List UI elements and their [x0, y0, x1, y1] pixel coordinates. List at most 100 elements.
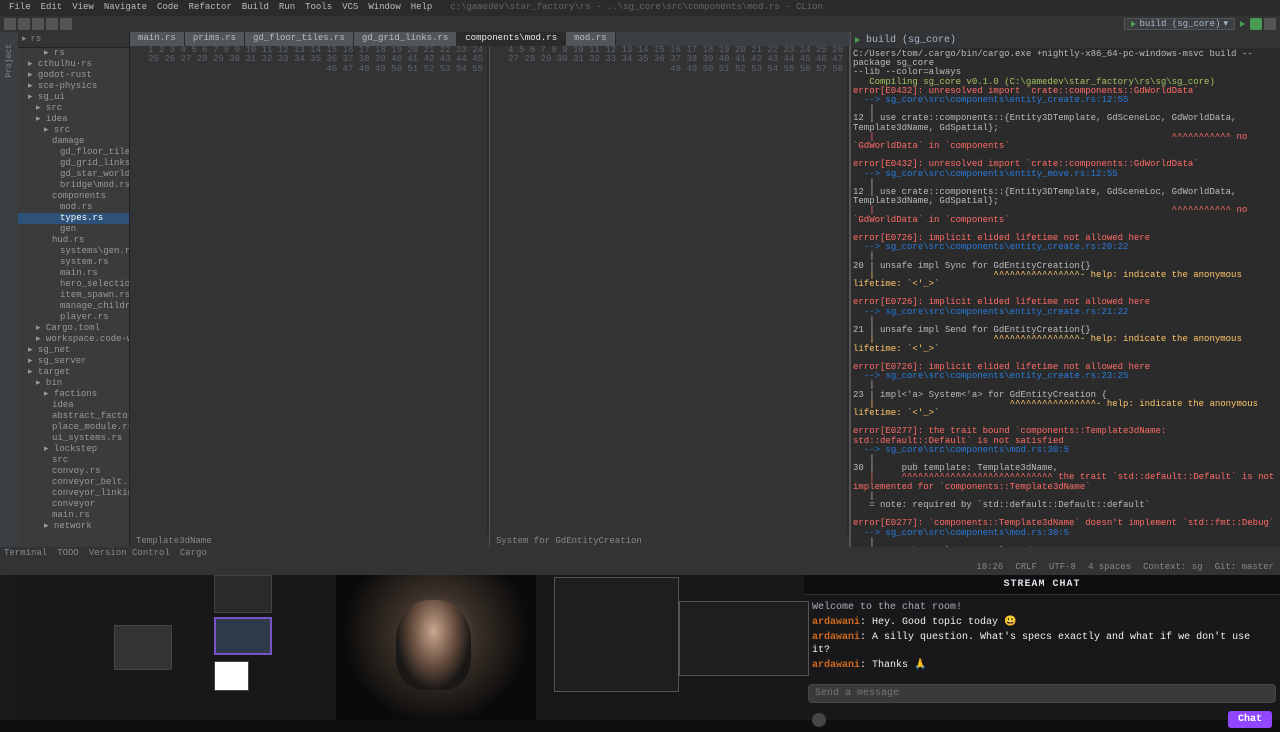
thumbnail-obs-1[interactable]	[214, 575, 272, 613]
editor-tab[interactable]: components\mod.rs	[457, 32, 566, 46]
tree-item[interactable]: damage	[18, 136, 129, 147]
tree-item[interactable]: system.rs	[18, 257, 129, 268]
tree-item[interactable]: ▸ sce-physics	[18, 81, 129, 92]
project-tree[interactable]: ▸ rs ▸ rs▸ cthulhu·rs▸ godot-rust▸ sce-p…	[18, 32, 130, 547]
stop-icon[interactable]	[1264, 18, 1276, 30]
tree-item[interactable]: convoy.rs	[18, 466, 129, 477]
git-branch[interactable]: Git: master	[1215, 562, 1274, 572]
tree-item[interactable]: mod.rs	[18, 202, 129, 213]
tree-item[interactable]: ▸ godot-rust	[18, 70, 129, 81]
fwd-icon[interactable]	[60, 18, 72, 30]
vcs-tool[interactable]: Version Control	[89, 548, 170, 558]
editor-tab[interactable]: prims.rs	[185, 32, 245, 46]
tree-item[interactable]: ▸ sg_net	[18, 345, 129, 356]
tree-item[interactable]: ▸ factions	[18, 389, 129, 400]
indent[interactable]: 4 spaces	[1088, 562, 1131, 572]
menu-file[interactable]: File	[4, 2, 36, 14]
tree-item[interactable]: gd_star_world_link.rs	[18, 169, 129, 180]
bottom-tool-bar[interactable]: Terminal TODO Version Control Cargo	[0, 547, 1280, 559]
menu-view[interactable]: View	[67, 2, 99, 14]
taskbar-strip[interactable]	[0, 575, 14, 720]
tree-item[interactable]: components	[18, 191, 129, 202]
menu-run[interactable]: Run	[274, 2, 300, 14]
save-icon[interactable]	[18, 18, 30, 30]
tree-item[interactable]: ▸ cthulhu·rs	[18, 59, 129, 70]
breadcrumb[interactable]: System for GdEntityCreation	[490, 535, 849, 547]
menu-navigate[interactable]: Navigate	[99, 2, 152, 14]
code-content[interactable]: use sg_simulation::lockstep::{GlobalWorl…	[847, 46, 849, 535]
editor-tab[interactable]: gd_grid_links.rs	[354, 32, 457, 46]
tree-item[interactable]: hero_selection	[18, 279, 129, 290]
menu-tools[interactable]: Tools	[300, 2, 337, 14]
chat-input[interactable]	[808, 684, 1276, 703]
cargo-tool[interactable]: Cargo	[180, 548, 207, 558]
menu-code[interactable]: Code	[152, 2, 184, 14]
breadcrumb[interactable]: Template3dName	[130, 535, 489, 547]
todo-tool[interactable]: TODO	[57, 548, 79, 558]
tree-item[interactable]: types.rs	[18, 213, 129, 224]
menu-build[interactable]: Build	[237, 2, 274, 14]
editor-tab[interactable]: main.rs	[130, 32, 185, 46]
thumbnail-ide-dup[interactable]	[554, 577, 679, 692]
editor-tabs[interactable]: main.rsprims.rsgd_floor_tiles.rsgd_grid_…	[130, 32, 850, 46]
run-button[interactable]	[1240, 21, 1245, 27]
tree-item[interactable]: ▸ sg_ui	[18, 92, 129, 103]
tree-item[interactable]: gd_floor_tiles.rs	[18, 147, 129, 158]
tree-item[interactable]: bridge\mod.rs	[18, 180, 129, 191]
tree-item[interactable]: abstract_factories	[18, 411, 129, 422]
tree-item[interactable]: hud.rs	[18, 235, 129, 246]
tree-item[interactable]: item_spawn.rs	[18, 290, 129, 301]
menu-edit[interactable]: Edit	[36, 2, 68, 14]
tree-item[interactable]: ▸ sg_server	[18, 356, 129, 367]
back-icon[interactable]	[46, 18, 58, 30]
line-ending[interactable]: CRLF	[1015, 562, 1037, 572]
editor-right[interactable]: 4 5 6 7 8 9 10 11 12 13 14 15 16 17 18 1…	[490, 46, 850, 547]
menubar[interactable]: File Edit View Navigate Code Refactor Bu…	[0, 0, 1280, 16]
editor-tab[interactable]: gd_floor_tiles.rs	[245, 32, 354, 46]
tree-item[interactable]: idea	[18, 400, 129, 411]
menu-window[interactable]: Window	[363, 2, 405, 14]
thumbnail-obs-2[interactable]	[214, 617, 272, 655]
tree-item[interactable]: ▸ network	[18, 521, 129, 532]
tree-item[interactable]: gen	[18, 224, 129, 235]
tree-item[interactable]: player.rs	[18, 312, 129, 323]
thumbnail-notes[interactable]	[214, 661, 249, 691]
tree-item[interactable]: gd_grid_links.rs	[18, 158, 129, 169]
tree-item[interactable]: main.rs	[18, 268, 129, 279]
tree-item[interactable]: ▸ src	[18, 125, 129, 136]
tree-item[interactable]: ▸ bin	[18, 378, 129, 389]
code-content[interactable]: mod entity_create; mod entity_move; mod …	[487, 46, 489, 535]
tree-item[interactable]: systems\gen.rs	[18, 246, 129, 257]
tree-item[interactable]: manage_children.rs	[18, 301, 129, 312]
tree-item[interactable]: ▸ idea	[18, 114, 129, 125]
tree-item[interactable]: ▸ workspace.code-workspace	[18, 334, 129, 345]
thumbnail-browser[interactable]	[114, 625, 172, 670]
tree-item[interactable]: conveyor_belt.rs	[18, 477, 129, 488]
terminal-tool[interactable]: Terminal	[4, 548, 47, 558]
run-config-selector[interactable]: build (sg_core) ▾	[1124, 18, 1235, 30]
build-tool-window[interactable]: build (sg_core) C:/Users/tom/.cargo/bin/…	[850, 32, 1280, 547]
menu-vcs[interactable]: VCS	[337, 2, 363, 14]
open-icon[interactable]	[4, 18, 16, 30]
tree-item[interactable]: main.rs	[18, 510, 129, 521]
project-tree-header[interactable]: ▸ rs	[18, 32, 129, 48]
editor-tab[interactable]: mod.rs	[566, 32, 615, 46]
thumbnail-secondary[interactable]	[679, 601, 809, 676]
tree-item[interactable]: conveyor_linking.rs	[18, 488, 129, 499]
tree-item[interactable]: place_module.rs	[18, 422, 129, 433]
project-tool-button[interactable]: Project	[5, 44, 14, 78]
tree-item[interactable]: ui_systems.rs	[18, 433, 129, 444]
editor-left[interactable]: 1 2 3 4 5 6 7 8 9 10 11 12 13 14 15 16 1…	[130, 46, 490, 547]
encoding[interactable]: UTF-8	[1049, 562, 1076, 572]
debug-icon[interactable]	[1250, 18, 1262, 30]
tree-item[interactable]: conveyor	[18, 499, 129, 510]
build-output[interactable]: C:/Users/tom/.cargo/bin/cargo.exe +night…	[851, 48, 1280, 547]
sync-icon[interactable]	[32, 18, 44, 30]
left-tool-strip[interactable]: Project	[0, 32, 18, 547]
tree-item[interactable]: ▸ target	[18, 367, 129, 378]
tree-item[interactable]: ▸ src	[18, 103, 129, 114]
menu-help[interactable]: Help	[406, 2, 438, 14]
tree-item[interactable]: ▸ Cargo.toml	[18, 323, 129, 334]
menu-refactor[interactable]: Refactor	[184, 2, 237, 14]
tree-item[interactable]: src	[18, 455, 129, 466]
